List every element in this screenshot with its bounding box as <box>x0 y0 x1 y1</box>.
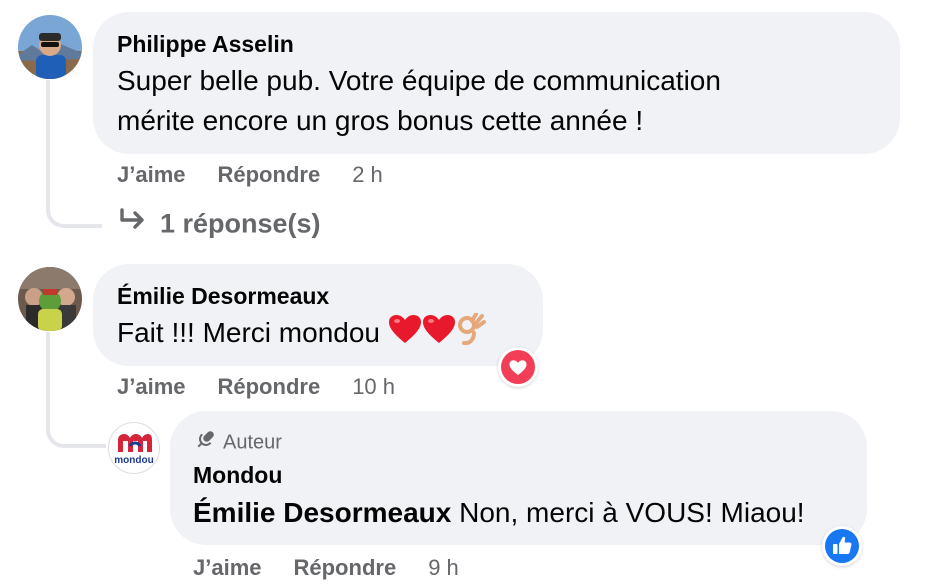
microphone-icon <box>193 428 217 458</box>
reply-button[interactable]: Répondre <box>218 162 321 187</box>
comment-bubble-emilie: Émilie Desormeaux Fait !!! Merci mondou <box>93 264 543 366</box>
red-heart-icon <box>388 314 422 355</box>
comment-author[interactable]: Philippe Asselin <box>117 31 294 58</box>
ok-hand-icon <box>456 312 486 356</box>
reply-button[interactable]: Répondre <box>218 374 321 399</box>
like-button[interactable]: J’aime <box>193 555 262 580</box>
replies-count-label[interactable]: 1 réponse(s) <box>160 208 321 238</box>
mondou-logo-text: mondou <box>114 455 153 466</box>
comment-timestamp[interactable]: 2 h <box>352 162 383 187</box>
comment-actions: J’aime Répondre 10 h <box>117 374 395 400</box>
comment-actions: J’aime Répondre 2 h <box>117 162 383 188</box>
comment-text-content: Fait !!! Merci mondou <box>117 317 380 348</box>
reply-actions: J’aime Répondre 9 h <box>193 555 459 581</box>
view-replies-link[interactable]: 1 réponse(s) <box>118 207 321 239</box>
love-reaction[interactable] <box>498 347 538 387</box>
love-reaction-icon <box>501 350 535 384</box>
comment-bubble-philippe: Philippe Asselin Super belle pub. Votre … <box>93 12 900 154</box>
reply-text: Émilie Desormeaux Non, merci à VOUS! Mia… <box>193 493 805 533</box>
comment-timestamp[interactable]: 10 h <box>352 374 395 399</box>
comment-text-line-1: Super belle pub. Votre équipe de communi… <box>117 65 721 96</box>
avatar-emilie[interactable] <box>18 267 82 331</box>
reply-arrow-icon <box>118 208 148 239</box>
avatar-philippe[interactable] <box>18 15 82 79</box>
reply-author[interactable]: Mondou <box>193 462 282 489</box>
avatar-mondou[interactable]: mondou <box>108 422 160 474</box>
author-badge-label: Auteur <box>223 431 282 454</box>
comment-text-line-2: mérite encore un gros bonus cette année … <box>117 105 644 136</box>
like-button[interactable]: J’aime <box>117 162 186 187</box>
reply-timestamp[interactable]: 9 h <box>428 555 459 580</box>
author-badge: Auteur <box>193 428 282 458</box>
comment-text: Fait !!! Merci mondou <box>117 312 486 356</box>
reply-button[interactable]: Répondre <box>294 555 397 580</box>
reply-text-content: Non, merci à VOUS! Miaou! <box>451 497 805 528</box>
like-reaction-icon <box>825 529 859 563</box>
mention-link[interactable]: Émilie Desormeaux <box>193 497 451 528</box>
red-heart-icon <box>422 314 456 355</box>
comment-author[interactable]: Émilie Desormeaux <box>117 283 329 310</box>
reply-bubble-mondou: Auteur Mondou Émilie Desormeaux Non, mer… <box>170 411 867 545</box>
like-reaction[interactable] <box>822 526 862 566</box>
like-button[interactable]: J’aime <box>117 374 186 399</box>
thread-connector-2 <box>46 332 106 448</box>
